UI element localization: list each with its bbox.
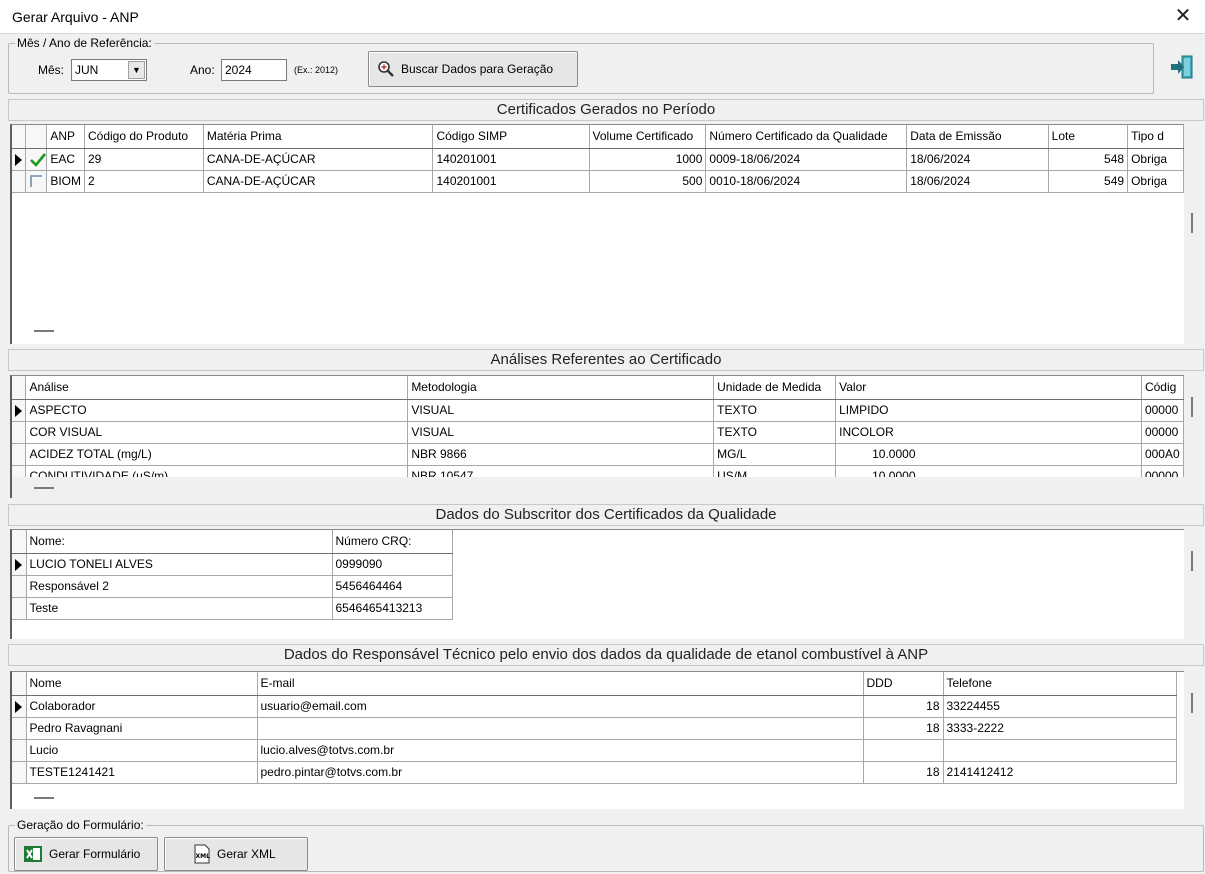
row-indicator (12, 148, 27, 171)
form-legend: Geração do Formulário: (17, 818, 144, 832)
generate-xml-label: Gerar XML (217, 847, 276, 861)
table-row[interactable]: Responsável 2 5456464464 (12, 575, 453, 598)
table-row[interactable]: Teste 6546465413213 (12, 597, 453, 620)
table-row[interactable]: LUCIO TONELI ALVES 0999090 (12, 553, 453, 576)
col-analysis[interactable]: Análise (25, 376, 409, 400)
window-title: Gerar Arquivo - ANP (12, 9, 139, 25)
row-indicator (12, 739, 27, 762)
xml-file-icon: XML (193, 844, 211, 864)
row-indicator (12, 761, 27, 784)
certificates-table: ANP Código do Produto Matéria Prima Códi… (12, 125, 1184, 193)
col-phone[interactable]: Telefone (943, 672, 1177, 696)
checkbox-icon (30, 175, 43, 188)
subscriber-table: Nome: Número CRQ: LUCIO TONELI ALVES 099… (12, 530, 453, 620)
row-indicator (12, 170, 27, 193)
col-certificate-number[interactable]: Número Certificado da Qualidade (705, 125, 908, 149)
col-type[interactable]: Tipo d (1127, 125, 1184, 149)
col-lot[interactable]: Lote (1048, 125, 1129, 149)
col-methodology[interactable]: Metodologia (407, 376, 715, 400)
col-email[interactable]: E-mail (257, 672, 864, 696)
col-unit[interactable]: Unidade de Medida (713, 376, 837, 400)
table-row[interactable]: Colaborador usuario@email.com 18 3322445… (12, 695, 1177, 718)
table-row[interactable]: ACIDEZ TOTAL (mg/L) NBR 9866 MG/L 10.000… (12, 443, 1184, 466)
subscriber-title: Dados do Subscritor dos Certificados da … (8, 504, 1204, 526)
year-input[interactable]: 2024 (221, 59, 287, 81)
col-value[interactable]: Valor (835, 376, 1142, 400)
col-volume[interactable]: Volume Certificado (589, 125, 707, 149)
year-label: Ano: (190, 63, 215, 77)
row-indicator (12, 399, 27, 422)
table-row[interactable]: Lucio lucio.alves@totvs.com.br (12, 739, 1177, 762)
technical-title: Dados do Responsável Técnico pelo envio … (8, 644, 1204, 666)
col-product-code[interactable]: Código do Produto (84, 125, 204, 149)
analyses-scrollbar[interactable] (1191, 397, 1193, 417)
row-indicator (12, 575, 27, 598)
row-checkbox[interactable] (25, 148, 48, 171)
technical-table: Nome E-mail DDD Telefone Colaborador usu… (12, 672, 1177, 784)
close-icon[interactable]: ✕ (1171, 4, 1195, 28)
col-raw-material[interactable]: Matéria Prima (203, 125, 434, 149)
exit-icon[interactable] (1168, 53, 1196, 81)
reference-group: Mês / Ano de Referência: (8, 36, 1154, 94)
analyses-title: Análises Referentes ao Certificado (8, 349, 1204, 371)
check-icon (29, 153, 46, 168)
table-row[interactable]: BIOM 2 CANA-DE-AÇÚCAR 140201001 500 0010… (12, 170, 1184, 193)
analyses-footer (12, 477, 1184, 498)
col-issue-date[interactable]: Data de Emissão (906, 125, 1049, 149)
reference-legend: Mês / Ano de Referência: (17, 36, 152, 50)
generate-form-button[interactable]: Gerar Formulário (14, 837, 158, 871)
year-hint: (Ex.: 2012) (294, 65, 339, 75)
certificates-scrollbar[interactable] (1191, 213, 1193, 233)
col-subscriber-name[interactable]: Nome: (26, 530, 333, 554)
technical-scrollbar[interactable] (1191, 693, 1193, 713)
technical-grid[interactable]: Nome E-mail DDD Telefone Colaborador usu… (10, 671, 1184, 809)
generate-xml-button[interactable]: XML Gerar XML (164, 837, 308, 871)
table-row[interactable]: TESTE1241421 pedro.pintar@totvs.com.br 1… (12, 761, 1177, 784)
svg-text:XML: XML (196, 853, 211, 860)
title-bar: Gerar Arquivo - ANP ✕ (0, 0, 1205, 34)
month-value: JUN (75, 63, 99, 77)
table-row[interactable]: EAC 29 CANA-DE-AÇÚCAR 140201001 1000 000… (12, 148, 1184, 171)
generate-form-label: Gerar Formulário (49, 847, 141, 861)
col-code[interactable]: Códig (1141, 376, 1184, 400)
col-anp[interactable]: ANP (46, 125, 85, 149)
subscriber-grid[interactable]: Nome: Número CRQ: LUCIO TONELI ALVES 099… (10, 529, 1184, 639)
row-indicator (12, 421, 27, 444)
chevron-down-icon[interactable]: ▼ (128, 61, 145, 79)
col-ddd[interactable]: DDD (863, 672, 944, 696)
month-select[interactable]: JUN ▼ (71, 59, 147, 81)
excel-icon (23, 845, 43, 863)
row-indicator (12, 553, 27, 576)
analyses-hscroll[interactable] (34, 487, 54, 489)
certificates-grid[interactable]: ANP Código do Produto Matéria Prima Códi… (10, 124, 1184, 344)
search-icon (377, 60, 395, 78)
col-simp-code[interactable]: Código SIMP (432, 125, 590, 149)
row-indicator (12, 695, 27, 718)
col-crq[interactable]: Número CRQ: (332, 530, 453, 554)
month-label: Mês: (38, 63, 65, 77)
table-row[interactable]: ASPECTO VISUAL TEXTO LIMPIDO 00000 (12, 399, 1184, 422)
search-data-button[interactable]: Buscar Dados para Geração (368, 51, 578, 87)
certificates-hscroll[interactable] (34, 330, 54, 332)
table-row[interactable]: Pedro Ravagnani 18 3333-2222 (12, 717, 1177, 740)
technical-hscroll[interactable] (34, 797, 54, 799)
search-data-label: Buscar Dados para Geração (401, 62, 554, 76)
subscriber-scrollbar[interactable] (1191, 551, 1193, 571)
row-checkbox[interactable] (25, 170, 48, 193)
certificates-title: Certificados Gerados no Período (8, 99, 1204, 121)
row-indicator (12, 443, 27, 466)
row-indicator (12, 717, 27, 740)
analyses-table: Análise Metodologia Unidade de Medida Va… (12, 376, 1184, 488)
table-row[interactable]: COR VISUAL VISUAL TEXTO INCOLOR 00000 (12, 421, 1184, 444)
col-tech-name[interactable]: Nome (26, 672, 258, 696)
row-indicator (12, 597, 27, 620)
